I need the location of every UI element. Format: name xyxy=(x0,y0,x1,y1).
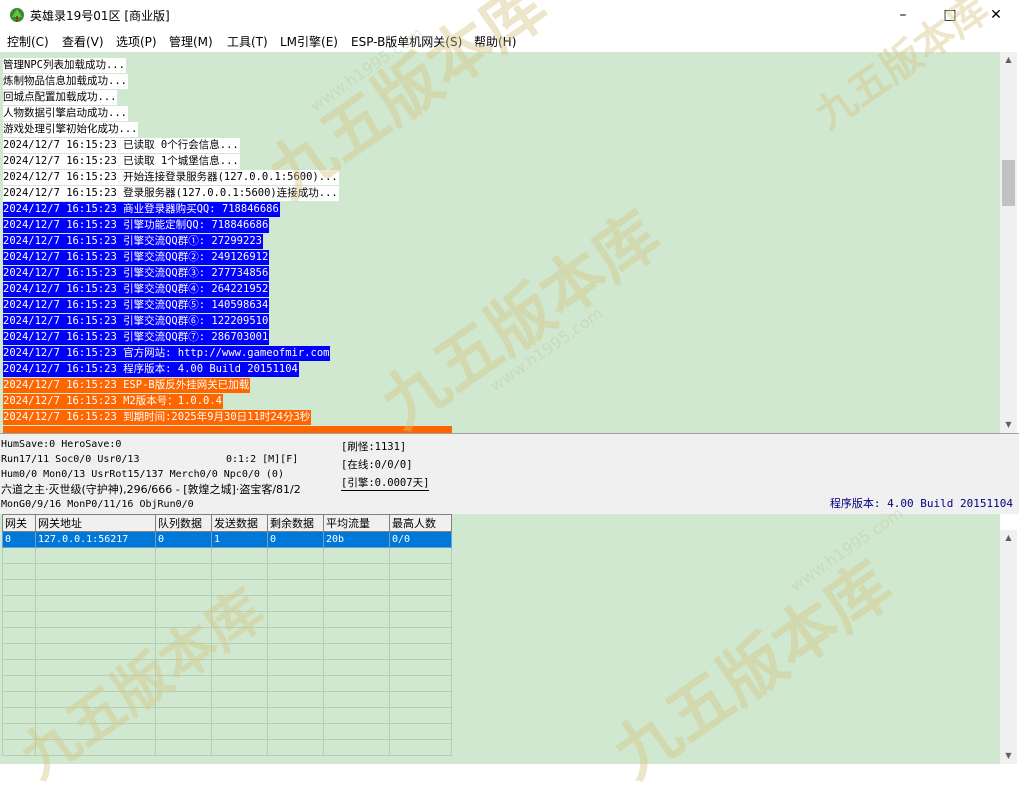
menu-esp-gateway[interactable]: ESP-B版单机网关(S) xyxy=(351,33,462,50)
menu-tools[interactable]: 工具(T) xyxy=(227,33,268,50)
log-line: 2024/12/7 16:15:23 到期时间:2025年9月30日11时24分… xyxy=(3,410,312,425)
scroll-up-icon[interactable]: ▲ xyxy=(1000,52,1017,68)
table-row-empty xyxy=(2,627,452,644)
menu-manage[interactable]: 管理(M) xyxy=(169,33,213,50)
menu-help[interactable]: 帮助(H) xyxy=(474,33,516,50)
log-line: 回城点配置加载成功... xyxy=(3,90,118,105)
table-row-empty xyxy=(2,723,452,740)
column-header[interactable]: 队列数据 xyxy=(155,514,212,532)
column-header[interactable]: 网关 xyxy=(2,514,36,532)
title-bar: 英雄录19号01区 [商业版] – □ ✕ xyxy=(0,0,1019,30)
log-line: 炼制物品信息加载成功... xyxy=(3,74,128,89)
status-run: Run17/11 Soc0/0 Usr0/13 xyxy=(1,454,140,465)
scroll-thumb[interactable] xyxy=(1002,160,1015,206)
app-icon xyxy=(10,8,24,22)
table-row-empty xyxy=(2,643,452,660)
table-row-empty xyxy=(2,739,452,756)
status-monsters: MonG0/9/16 MonP0/11/16 ObjRun0/0 xyxy=(1,499,194,510)
gateway-table: 网关 网关地址 队列数据 发送数据 剩余数据 平均流量 最高人数 0 127.0… xyxy=(2,514,452,756)
gateway-panel: 网关 网关地址 队列数据 发送数据 剩余数据 平均流量 最高人数 0 127.0… xyxy=(0,514,1000,764)
column-header[interactable]: 最高人数 xyxy=(389,514,452,532)
table-row-empty xyxy=(2,659,452,676)
table-cell: 0/0 xyxy=(389,531,452,548)
close-icon: ✕ xyxy=(990,7,1002,23)
column-header[interactable]: 平均流量 xyxy=(323,514,390,532)
scroll-down-icon[interactable]: ▼ xyxy=(1000,417,1017,433)
table-row-empty xyxy=(2,675,452,692)
status-panel: HumSave:0 HeroSave:0 Run17/11 Soc0/0 Usr… xyxy=(0,433,1019,514)
column-header[interactable]: 剩余数据 xyxy=(267,514,324,532)
menu-options[interactable]: 选项(P) xyxy=(116,33,157,50)
log-line: 2024/12/7 16:15:23 引擎交流QQ群④: 264221952 xyxy=(3,282,270,297)
log-line: 2024/12/7 16:15:23 引擎交流QQ群⑤: 140598634 xyxy=(3,298,270,313)
table-cell: 0 xyxy=(155,531,212,548)
engine-label: [引擎:0.0007天] xyxy=(341,477,430,491)
status-counts: Hum0/0 Mon0/13 UsrRot15/137 Merch0/0 Npc… xyxy=(1,469,284,480)
log-line: 2024/12/7 16:15:23 引擎交流QQ群②: 249126912 xyxy=(3,250,270,265)
log-line: 2024/12/7 16:15:23 引擎交流QQ群⑦: 286703001 xyxy=(3,330,270,345)
minimize-icon: – xyxy=(899,7,907,23)
close-button[interactable]: ✕ xyxy=(973,0,1019,30)
status-time: 0:1:2 [M][F] xyxy=(226,454,299,465)
log-line: 2024/12/7 16:15:23 程序版本: 4.00 Build 2015… xyxy=(3,362,299,377)
table-row[interactable]: 0 127.0.0.1:56217 0 1 0 20b 0/0 xyxy=(2,531,452,548)
log-line: 2024/12/7 16:15:23 已读取 1个城堡信息... xyxy=(3,154,240,169)
status-player: 六道之主·灭世级(守护神),296/666 - [敦煌之城]·盗宝客/81/2 xyxy=(1,483,301,496)
log-line: 2024/12/7 16:15:23 官方网站: http://www.game… xyxy=(3,346,331,361)
table-row-empty xyxy=(2,563,452,580)
table-scrollbar[interactable]: ▲ ▼ xyxy=(1000,530,1017,764)
log-line: 人物数据引擎启动成功... xyxy=(3,106,128,121)
log-line: 管理NPC列表加载成功... xyxy=(3,58,126,73)
menu-control[interactable]: 控制(C) xyxy=(7,33,49,50)
table-cell: 1 xyxy=(211,531,268,548)
table-row-empty xyxy=(2,707,452,724)
program-version: 程序版本: 4.00 Build 20151104 xyxy=(829,497,1013,510)
scroll-down-icon[interactable]: ▼ xyxy=(1000,748,1017,764)
refresh-monster-label: [刷怪:1131] xyxy=(341,441,407,453)
log-panel: 管理NPC列表加载成功... 炼制物品信息加载成功... 回城点配置加载成功..… xyxy=(0,52,1000,433)
log-line: 2024/12/7 16:15:23 已读取 0个行会信息... xyxy=(3,138,240,153)
log-line: 2024/12/7 16:15:23 商业登录器购买QQ: 718846686 xyxy=(3,202,280,217)
log-line: 2024/12/7 16:15:23 登录服务器(127.0.0.1:5600)… xyxy=(3,186,339,201)
window-title: 英雄录19号01区 [商业版] xyxy=(30,9,170,23)
table-cell: 0 xyxy=(267,531,324,548)
minimize-button[interactable]: – xyxy=(880,0,926,30)
table-cell: 127.0.0.1:56217 xyxy=(35,531,156,548)
table-cell: 0 xyxy=(2,531,36,548)
log-line: 2024/12/7 16:15:23 引擎交流QQ群①: 27299223 xyxy=(3,234,263,249)
menu-view[interactable]: 查看(V) xyxy=(62,33,104,50)
log-line: 2024/12/7 16:15:23 引擎交流QQ群③: 277734856 xyxy=(3,266,270,281)
log-line-partial xyxy=(3,426,452,433)
menu-lm-engine[interactable]: LM引擎(E) xyxy=(280,33,338,50)
log-line: 2024/12/7 16:15:23 M2版本号：1.0.0.4 xyxy=(3,394,224,409)
table-cell: 20b xyxy=(323,531,390,548)
table-row-empty xyxy=(2,579,452,596)
column-header[interactable]: 网关地址 xyxy=(35,514,156,532)
table-header: 网关 网关地址 队列数据 发送数据 剩余数据 平均流量 最高人数 xyxy=(2,514,452,532)
table-row-empty xyxy=(2,547,452,564)
log-scrollbar[interactable]: ▲ ▼ xyxy=(1000,52,1017,433)
online-label: [在线:0/0/0] xyxy=(341,459,413,471)
table-row-empty xyxy=(2,611,452,628)
menu-bar: 控制(C) 查看(V) 选项(P) 管理(M) 工具(T) LM引擎(E) ES… xyxy=(0,30,1019,51)
status-save: HumSave:0 HeroSave:0 xyxy=(1,439,122,450)
scroll-up-icon[interactable]: ▲ xyxy=(1000,530,1017,546)
log-line: 游戏处理引擎初始化成功... xyxy=(3,122,139,137)
table-row-empty xyxy=(2,595,452,612)
table-row-empty xyxy=(2,691,452,708)
maximize-icon: □ xyxy=(943,7,957,23)
log-line: 2024/12/7 16:15:23 ESP-B版反外挂网关已加载 xyxy=(3,378,251,393)
maximize-button[interactable]: □ xyxy=(927,0,973,30)
log-line: 2024/12/7 16:15:23 引擎功能定制QQ: 718846686 xyxy=(3,218,270,233)
log-line: 2024/12/7 16:15:23 引擎交流QQ群⑥: 122209510 xyxy=(3,314,270,329)
log-line: 2024/12/7 16:15:23 开始连接登录服务器(127.0.0.1:5… xyxy=(3,170,339,185)
column-header[interactable]: 发送数据 xyxy=(211,514,268,532)
